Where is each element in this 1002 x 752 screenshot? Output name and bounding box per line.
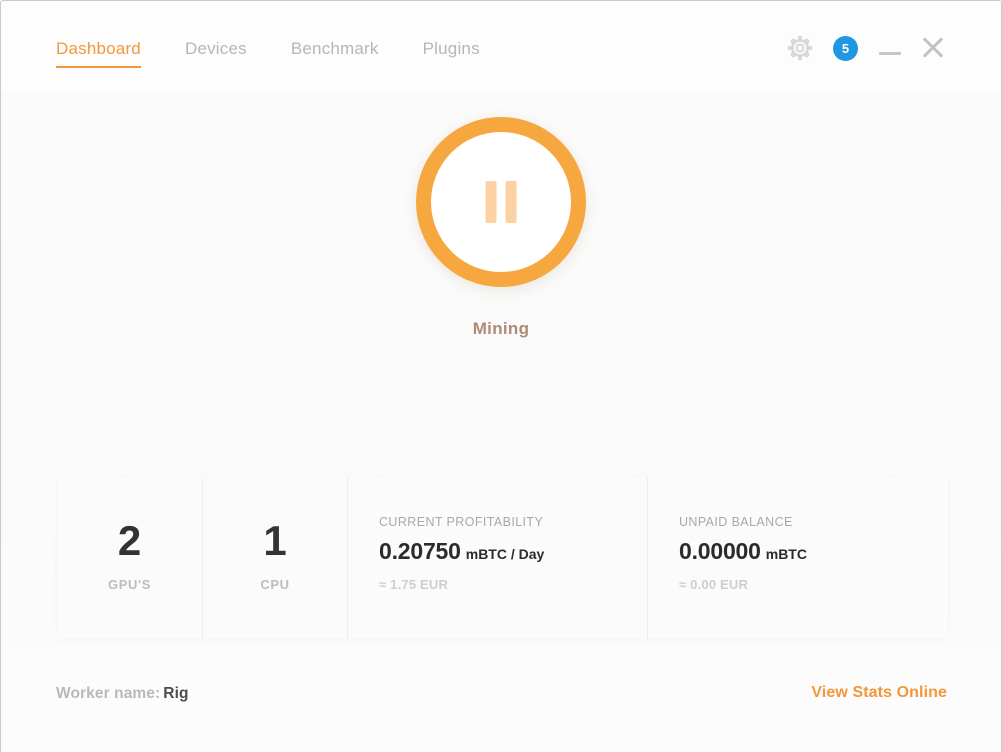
profitability-title: CURRENT PROFITABILITY bbox=[379, 515, 544, 529]
pause-icon bbox=[485, 181, 517, 223]
profitability-value: 0.20750 bbox=[379, 538, 461, 564]
stat-cell-unpaid-balance: UNPAID BALANCE 0.00000 mBTC ≈ 0.00 EUR bbox=[647, 477, 948, 639]
stat-cell-gpus: 2 GPU'S bbox=[57, 477, 202, 639]
tab-dashboard-label: Dashboard bbox=[56, 39, 141, 58]
window-controls: 5 bbox=[771, 1, 1001, 91]
close-button[interactable] bbox=[917, 32, 949, 64]
unpaid-balance-value: 0.00000 bbox=[679, 538, 761, 564]
main-content: Mining 2 GPU'S 1 CPU CURRENT PROFITABILI… bbox=[1, 91, 1001, 751]
minimize-button[interactable] bbox=[875, 34, 905, 62]
gpu-count-label: GPU'S bbox=[108, 577, 151, 592]
tab-devices[interactable]: Devices bbox=[163, 39, 269, 68]
tab-bar: Dashboard Devices Benchmark Plugins bbox=[56, 39, 502, 68]
tab-dashboard[interactable]: Dashboard bbox=[56, 39, 163, 68]
worker-name-label: Worker name: bbox=[56, 685, 161, 702]
gear-icon[interactable] bbox=[786, 34, 814, 62]
unpaid-balance-title: UNPAID BALANCE bbox=[679, 515, 793, 529]
gpu-count-value: 2 bbox=[117, 517, 142, 564]
notification-badge-count: 5 bbox=[841, 41, 850, 56]
cpu-count-label: CPU bbox=[260, 577, 290, 592]
tab-plugins[interactable]: Plugins bbox=[401, 39, 502, 68]
profitability-value-row: 0.20750 mBTC / Day bbox=[379, 538, 544, 565]
notification-badge[interactable]: 5 bbox=[833, 36, 858, 61]
mining-toggle-button[interactable] bbox=[416, 117, 586, 287]
worker-name-value: Rig bbox=[163, 685, 189, 702]
unpaid-balance-unit: mBTC bbox=[765, 546, 807, 562]
mining-section: Mining bbox=[1, 91, 1001, 381]
stats-card: 2 GPU'S 1 CPU CURRENT PROFITABILITY 0.20… bbox=[57, 477, 948, 639]
tab-benchmark-label: Benchmark bbox=[290, 39, 379, 58]
mining-state-label: Mining bbox=[472, 319, 530, 338]
view-stats-online-link[interactable]: View Stats Online bbox=[811, 684, 947, 702]
cpu-count-value: 1 bbox=[263, 517, 287, 564]
tab-benchmark[interactable]: Benchmark bbox=[269, 39, 401, 68]
title-bar: Dashboard Devices Benchmark Plugins 5 bbox=[1, 1, 1001, 91]
tab-plugins-label: Plugins bbox=[422, 39, 480, 58]
unpaid-balance-value-row: 0.00000 mBTC bbox=[679, 538, 807, 565]
tab-devices-label: Devices bbox=[184, 39, 247, 58]
stat-cell-profitability: CURRENT PROFITABILITY 0.20750 mBTC / Day … bbox=[347, 477, 647, 639]
app-window: Dashboard Devices Benchmark Plugins 5 Mi… bbox=[0, 0, 1002, 752]
unpaid-balance-fiat: ≈ 0.00 EUR bbox=[679, 577, 749, 592]
profitability-fiat: ≈ 1.75 EUR bbox=[379, 577, 449, 592]
footer-bar: Worker name: Rig View Stats Online bbox=[1, 671, 1001, 751]
minimize-icon bbox=[879, 52, 901, 55]
worker-name-row: Worker name: Rig bbox=[56, 685, 189, 703]
profitability-unit: mBTC / Day bbox=[465, 546, 545, 562]
stat-cell-cpus: 1 CPU bbox=[202, 477, 347, 639]
